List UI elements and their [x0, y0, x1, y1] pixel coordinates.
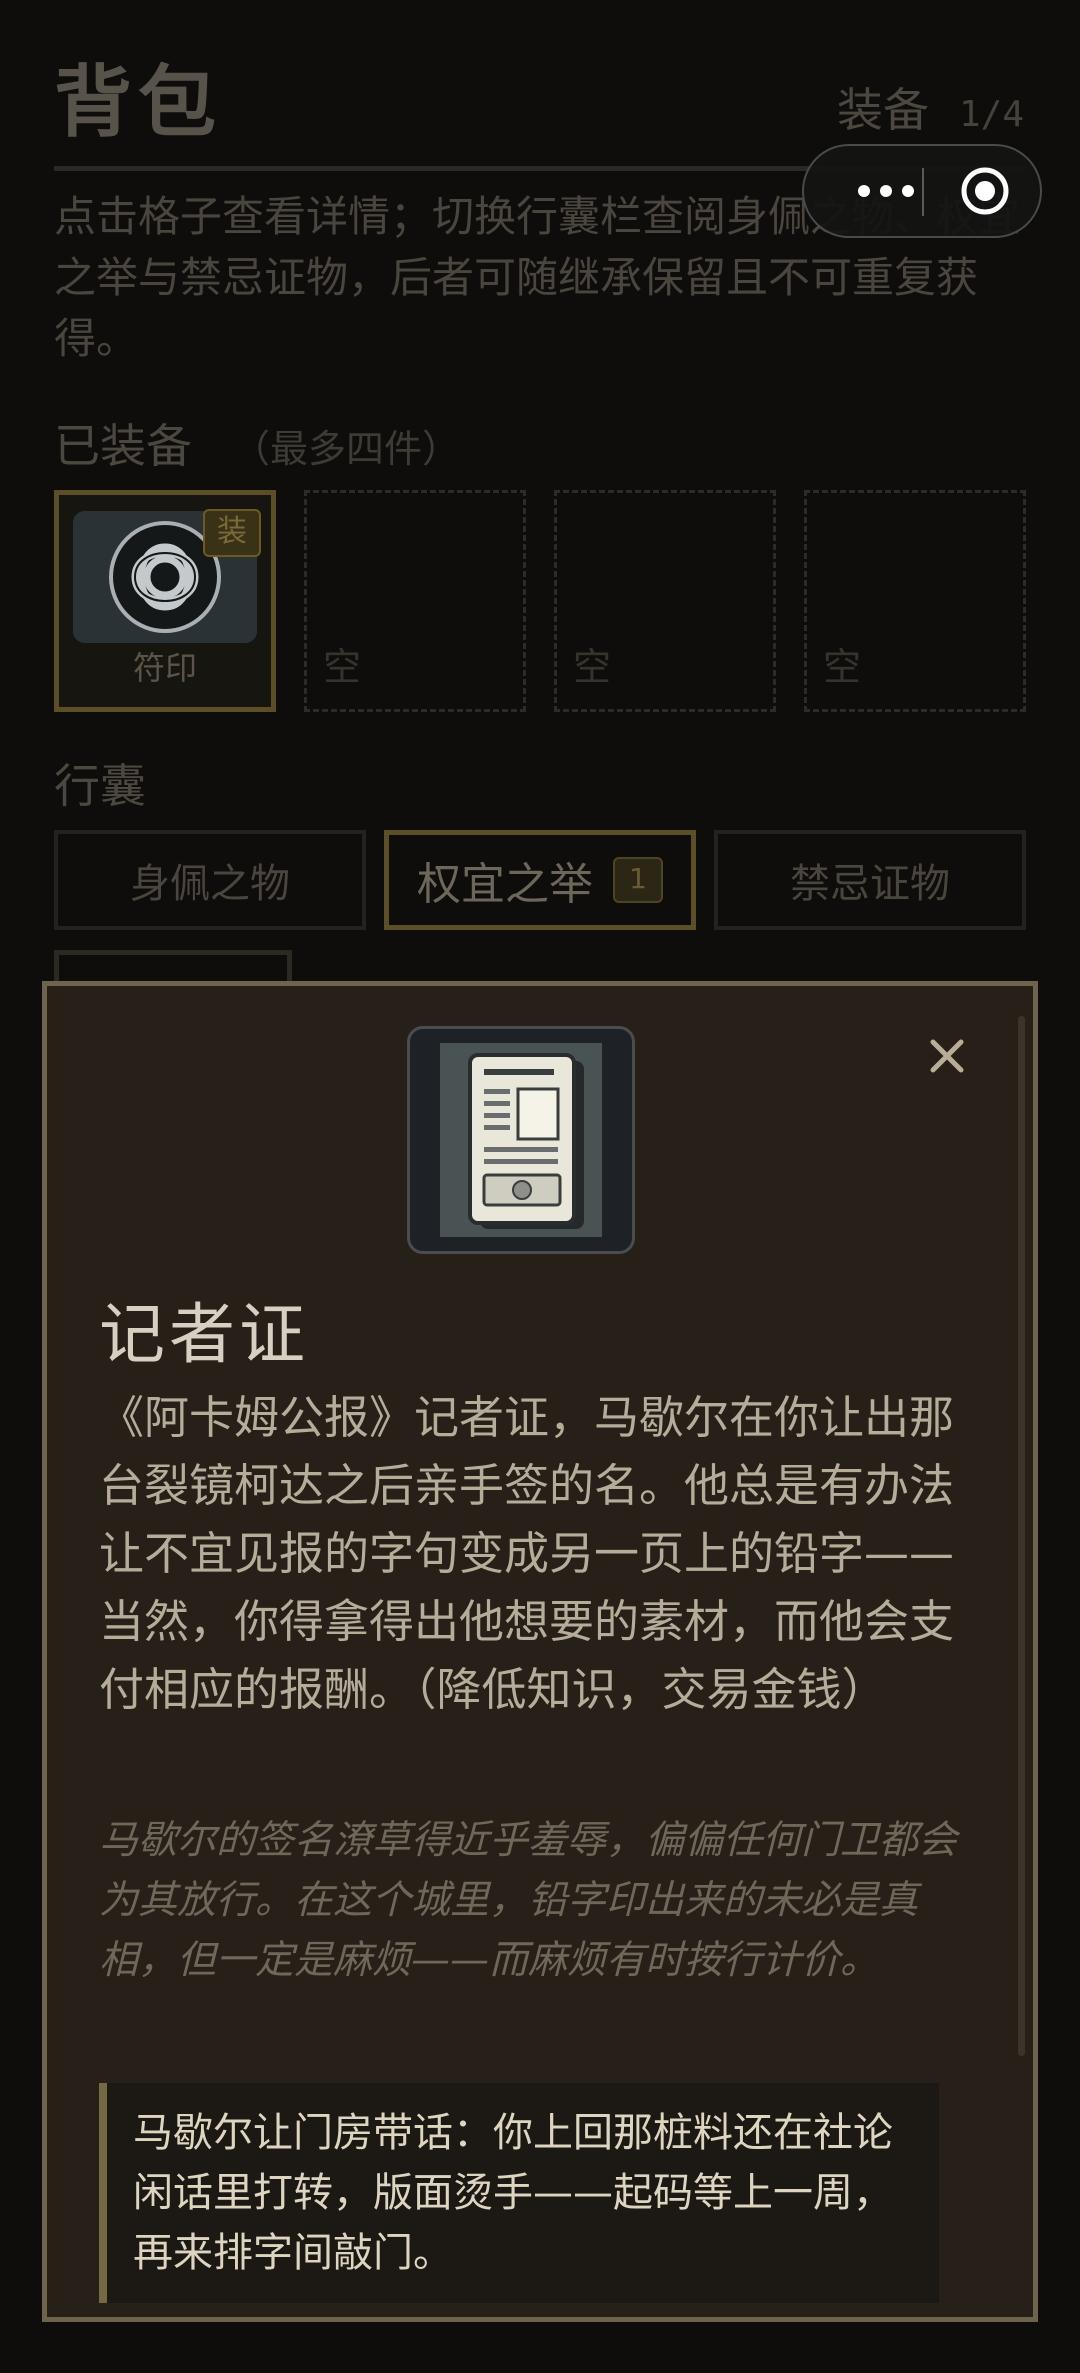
equip-slot-2[interactable]: 空: [304, 490, 526, 712]
slot-label: 空: [323, 645, 362, 689]
tab-label: 身佩之物: [130, 861, 290, 907]
item-detail-modal: 记者证 《阿卡姆公报》记者证，马歇尔在你让出那台裂镜柯达之后亲手签的名。他总是有…: [42, 981, 1038, 2322]
tab-expedients[interactable]: 权宜之举 1: [384, 830, 696, 930]
tab-personal-items[interactable]: 身佩之物: [54, 830, 366, 930]
item-image-frame: [407, 1026, 635, 1254]
miniprogram-capsule: [802, 144, 1042, 238]
equip-slot-1[interactable]: 装 符印: [54, 490, 276, 712]
bag-section-title: 行囊: [54, 759, 146, 813]
tab-label: 禁忌证物: [790, 861, 950, 907]
close-icon: [930, 1039, 964, 1073]
tab-label: 权宜之举: [417, 859, 593, 910]
capsule-divider: [922, 168, 924, 216]
equipped-subtitle: （最多四件）: [232, 427, 461, 471]
target-circle-icon[interactable]: [960, 166, 1010, 216]
equip-counter-value: 1/4: [958, 94, 1024, 135]
equipped-title: 已装备: [54, 419, 192, 473]
item-description: 《阿卡姆公报》记者证，马歇尔在你让出那台裂镜柯达之后亲手签的名。他总是有办法让不…: [99, 1391, 955, 1716]
item-flavor-text: 马歇尔的签名潦草得近乎羞辱，偏偏任何门卫都会为其放行。在这个城里，铅字印出来的未…: [99, 1818, 958, 1983]
equip-counter: 装备 1/4: [837, 74, 1024, 140]
modal-scrollbar[interactable]: [1018, 1016, 1025, 2056]
equip-slot-3[interactable]: 空: [554, 490, 776, 712]
slot-label: 符印: [132, 649, 197, 687]
press-card-icon: [440, 1043, 602, 1237]
page-title: 背包: [54, 58, 223, 148]
equip-slot-4[interactable]: 空: [804, 490, 1026, 712]
equip-counter-label: 装备: [836, 83, 929, 137]
slot-label: 空: [823, 645, 862, 689]
close-button[interactable]: [917, 1026, 977, 1086]
equipped-section-title: 已装备 （最多四件）: [54, 410, 460, 476]
item-name: 记者证: [99, 1296, 309, 1373]
tab-count-badge: 1: [613, 857, 663, 903]
slot-label: 空: [573, 645, 612, 689]
tab-forbidden-evidence[interactable]: 禁忌证物: [714, 830, 1026, 930]
item-cooldown-note: 马歇尔让门房带话：你上回那桩料还在社论闲话里打转，版面烫手——起码等上一周，再来…: [99, 2083, 939, 2303]
equipped-badge: 装: [203, 509, 261, 557]
more-dots-icon[interactable]: [834, 146, 954, 236]
app-root: 背包 装备 1/4 点击格子查看详情；切换行囊栏查阅身佩之物、权宜之举与禁忌证物，…: [0, 0, 1080, 2373]
